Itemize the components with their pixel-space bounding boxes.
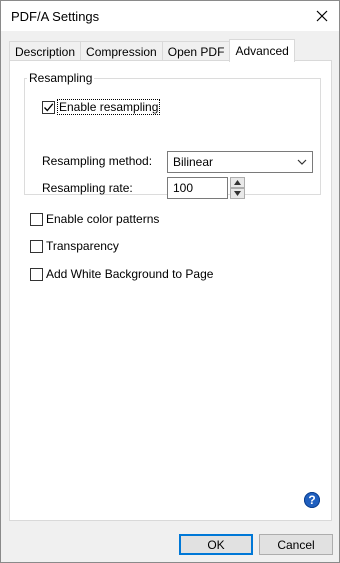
window-title: PDF/A Settings bbox=[11, 9, 100, 24]
checkbox-box bbox=[30, 212, 43, 226]
resampling-method-label: Resampling method: bbox=[42, 154, 153, 168]
checkbox-box bbox=[42, 100, 55, 114]
enable-resampling-label: Enable resampling bbox=[56, 99, 161, 115]
help-button[interactable]: ? bbox=[304, 492, 320, 508]
pdfa-settings-dialog: PDF/A Settings Description Compression O… bbox=[0, 0, 340, 563]
transparency-label: Transparency bbox=[46, 239, 119, 253]
enable-color-patterns-label: Enable color patterns bbox=[46, 212, 160, 226]
resampling-rate-spinner bbox=[230, 177, 245, 199]
arrow-down-icon bbox=[234, 191, 241, 196]
tab-advanced[interactable]: Advanced bbox=[229, 39, 295, 62]
arrow-up-icon bbox=[234, 180, 241, 185]
ok-button-label: OK bbox=[207, 537, 225, 552]
title-bar: PDF/A Settings bbox=[1, 1, 339, 31]
spin-down-button[interactable] bbox=[230, 188, 245, 199]
tab-label: Advanced bbox=[235, 44, 289, 58]
add-white-background-label: Add White Background to Page bbox=[46, 267, 214, 281]
tab-label: Compression bbox=[86, 44, 157, 59]
spin-up-button[interactable] bbox=[230, 177, 245, 188]
resampling-group: Resampling Enable resampling Resampling … bbox=[24, 71, 321, 199]
resampling-rate-value: 100 bbox=[173, 181, 194, 195]
resampling-group-label: Resampling bbox=[29, 71, 93, 85]
transparency-checkbox[interactable]: Transparency bbox=[30, 239, 119, 253]
close-icon bbox=[316, 10, 328, 22]
resampling-method-select[interactable]: Bilinear bbox=[167, 151, 313, 173]
close-button[interactable] bbox=[305, 1, 339, 31]
resampling-method-value: Bilinear bbox=[173, 155, 214, 169]
advanced-panel: Resampling Enable resampling Resampling … bbox=[9, 60, 332, 521]
tab-strip: Description Compression Open PDF Advance… bbox=[9, 39, 295, 62]
resampling-rate-label: Resampling rate: bbox=[42, 181, 133, 195]
tab-open-pdf[interactable]: Open PDF bbox=[161, 41, 231, 61]
ok-button[interactable]: OK bbox=[179, 534, 253, 555]
resampling-rate-input[interactable]: 100 bbox=[167, 177, 228, 199]
checkbox-box bbox=[30, 239, 43, 253]
tab-label: Open PDF bbox=[167, 44, 225, 59]
cancel-button-label: Cancel bbox=[277, 537, 315, 552]
enable-resampling-checkbox[interactable]: Enable resampling bbox=[42, 99, 161, 115]
tab-compression[interactable]: Compression bbox=[80, 41, 163, 61]
cancel-button[interactable]: Cancel bbox=[259, 534, 333, 555]
checkmark-icon bbox=[44, 102, 54, 111]
checkbox-box bbox=[30, 267, 43, 281]
enable-color-patterns-checkbox[interactable]: Enable color patterns bbox=[30, 212, 159, 226]
chevron-down-icon bbox=[297, 159, 307, 165]
help-icon: ? bbox=[308, 493, 316, 507]
add-white-background-checkbox[interactable]: Add White Background to Page bbox=[30, 267, 213, 281]
tab-label: Description bbox=[15, 44, 76, 59]
tab-description[interactable]: Description bbox=[9, 41, 82, 61]
